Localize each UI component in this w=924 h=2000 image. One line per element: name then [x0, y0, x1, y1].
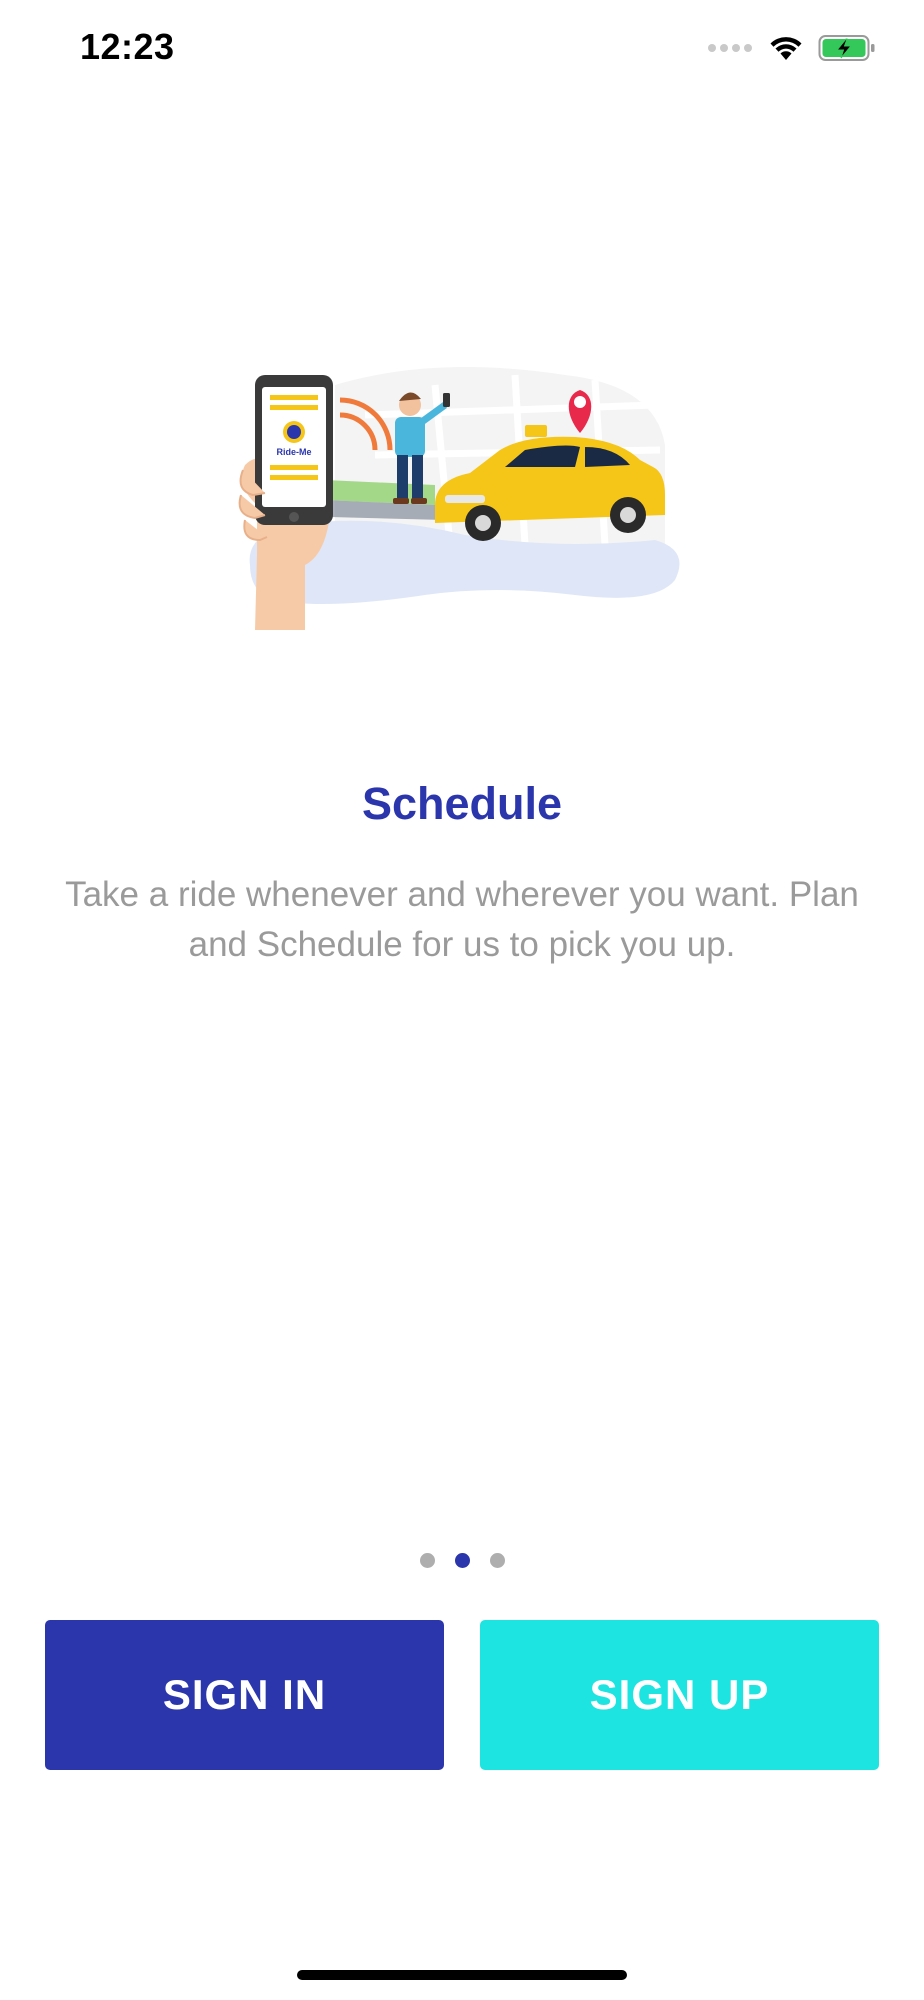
onboarding-title: Schedule: [361, 778, 563, 829]
status-bar: 12:23: [0, 0, 924, 100]
status-icons: [708, 34, 876, 62]
onboarding-description: Take a ride whenever and wherever you wa…: [65, 875, 859, 964]
hero-illustration: Ride-Me: [235, 355, 690, 630]
page-dot-2[interactable]: [454, 1553, 470, 1568]
home-indicator[interactable]: [297, 1970, 627, 1980]
sign-in-button[interactable]: SIGN IN: [45, 1620, 444, 1770]
battery-charging-icon: [818, 35, 875, 61]
taxi-booking-illustration: Ride-Me: [238, 367, 680, 630]
sign-up-button[interactable]: SIGN UP: [480, 1620, 879, 1770]
page-indicator[interactable]: [0, 1553, 924, 1568]
page-dot-1[interactable]: [419, 1553, 435, 1568]
wifi-icon: [770, 37, 802, 60]
status-time: 12:23: [80, 26, 175, 67]
phone-brand-label: Ride-Me: [276, 447, 311, 457]
cellular-signal-icon: [708, 44, 752, 52]
page-dot-3[interactable]: [489, 1553, 505, 1568]
